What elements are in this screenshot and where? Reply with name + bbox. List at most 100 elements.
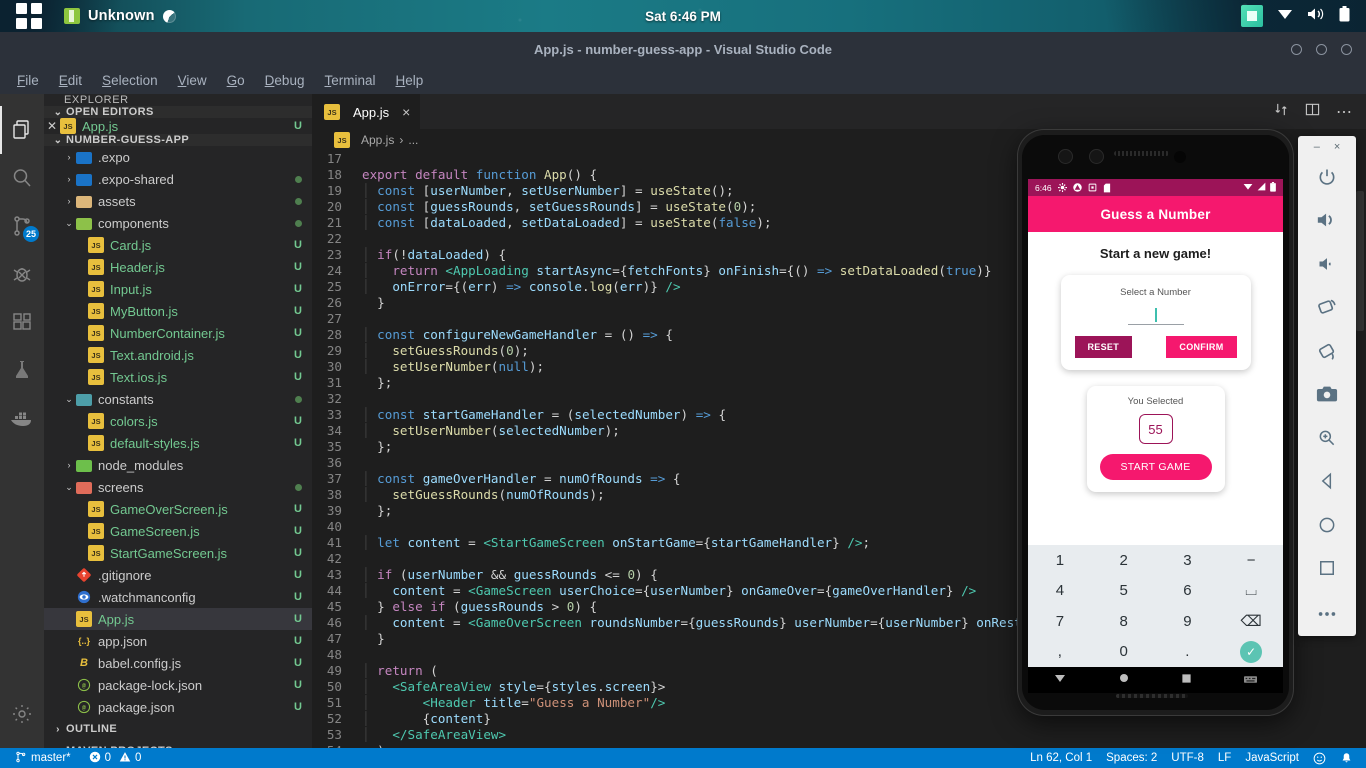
tree-file[interactable]: JS App.js U (44, 608, 312, 630)
menu-file[interactable]: File (8, 70, 48, 91)
tree-file[interactable]: JS default-styles.js U (44, 432, 312, 454)
tree-file[interactable]: Bbabel.config.js U (44, 652, 312, 674)
power-button[interactable] (1298, 158, 1356, 201)
key-⌫[interactable]: ⌫ (1241, 612, 1262, 630)
tree-file[interactable]: JS MyButton.js U (44, 300, 312, 322)
status-language-mode[interactable]: JavaScript (1238, 748, 1306, 768)
key-.[interactable]: . (1185, 643, 1189, 660)
tree-file[interactable]: {..} app.json U (44, 630, 312, 652)
status-cursor-position[interactable]: Ln 62, Col 1 (1023, 748, 1099, 768)
minimize-button[interactable] (1291, 43, 1302, 55)
chevron-down-icon[interactable]: ⌄ (62, 482, 76, 493)
key-1[interactable]: 1 (1056, 552, 1064, 569)
green-app-icon[interactable] (1241, 5, 1263, 27)
section-outline[interactable]: › OUTLINE (44, 718, 312, 740)
tree-file[interactable]: JS Text.android.js U (44, 344, 312, 366)
open-editor-item[interactable]: ✕ JS App.js U (44, 118, 312, 134)
recents-icon[interactable] (1181, 671, 1192, 689)
activity-search[interactable] (0, 154, 44, 202)
numeric-keyboard[interactable]: 1 2 3 − 4 5 6 ⌴ 7 8 9 ⌫, 0. ✓ (1028, 545, 1283, 667)
home-icon[interactable] (1118, 671, 1130, 689)
back-button[interactable] (1298, 462, 1356, 505)
status-problems[interactable]: 0 0 (82, 748, 149, 768)
chevron-right-icon[interactable]: › (62, 460, 76, 470)
tree-folder[interactable]: › .expo-shared (44, 168, 312, 190)
close-button[interactable] (1341, 43, 1352, 55)
tree-file[interactable]: @ package.json U (44, 696, 312, 718)
tree-file[interactable]: JS NumberContainer.js U (44, 322, 312, 344)
key-,[interactable]: , (1058, 643, 1062, 660)
battery-icon[interactable] (1339, 5, 1350, 27)
menu-debug[interactable]: Debug (256, 70, 314, 91)
status-encoding[interactable]: UTF-8 (1164, 748, 1211, 768)
menu-go[interactable]: Go (218, 70, 254, 91)
tree-file[interactable]: JS GameScreen.js U (44, 520, 312, 542)
back-icon[interactable] (1054, 671, 1066, 689)
more-actions-icon[interactable]: ⋯ (1336, 102, 1352, 122)
status-indentation[interactable]: Spaces: 2 (1099, 748, 1164, 768)
tab-app-js[interactable]: JS App.js × (312, 94, 421, 129)
section-project-root[interactable]: ⌄ NUMBER-GUESS-APP (44, 134, 312, 146)
chevron-right-icon[interactable]: › (62, 196, 76, 206)
volume-up-button[interactable] (1298, 201, 1356, 244)
tree-folder[interactable]: ⌄ constants (44, 388, 312, 410)
zoom-button[interactable] (1298, 419, 1356, 462)
reset-button[interactable]: RESET (1074, 336, 1133, 358)
tree-file[interactable]: JS GameOverScreen.js U (44, 498, 312, 520)
tree-file[interactable]: .watchmanconfig U (44, 586, 312, 608)
key-9[interactable]: 9 (1183, 613, 1191, 630)
key-6[interactable]: 6 (1183, 582, 1191, 599)
chevron-right-icon[interactable]: › (62, 152, 76, 162)
menu-terminal[interactable]: Terminal (315, 70, 384, 91)
more-button[interactable] (1298, 593, 1356, 636)
tree-file[interactable]: JS Text.ios.js U (44, 366, 312, 388)
volume-down-button[interactable] (1298, 245, 1356, 288)
phone-screen[interactable]: 6:46 Guess a Number Start a new game! Se… (1028, 179, 1283, 667)
key-2[interactable]: 2 (1119, 552, 1127, 569)
activity-debug[interactable] (0, 250, 44, 298)
tree-file[interactable]: JS colors.js U (44, 410, 312, 432)
tree-folder[interactable]: › node_modules (44, 454, 312, 476)
key-3[interactable]: 3 (1183, 552, 1191, 569)
section-open-editors[interactable]: ⌄ OPEN EDITORS (44, 106, 312, 118)
tree-file[interactable]: JS Input.js U (44, 278, 312, 300)
status-branch[interactable]: master* (8, 748, 78, 768)
tree-file[interactable]: .gitignore U (44, 564, 312, 586)
confirm-button[interactable]: CONFIRM (1166, 336, 1237, 358)
status-eol[interactable]: LF (1211, 748, 1238, 768)
tree-folder[interactable]: ⌄ components (44, 212, 312, 234)
key-4[interactable]: 4 (1056, 582, 1064, 599)
bell-icon[interactable] (1333, 748, 1360, 768)
minimap-thumb[interactable] (1356, 191, 1364, 331)
activity-testing[interactable] (0, 346, 44, 394)
tree-file[interactable]: JS Card.js U (44, 234, 312, 256)
keyboard-icon[interactable] (1244, 671, 1258, 689)
breadcrumb-file[interactable]: App.js (361, 133, 394, 147)
chevron-down-icon[interactable]: ⌄ (62, 218, 76, 229)
activity-extensions[interactable] (0, 298, 44, 346)
tree-file[interactable]: @ package-lock.json U (44, 674, 312, 696)
key-⌴[interactable]: ⌴ (1245, 582, 1257, 599)
volume-icon[interactable] (1307, 7, 1325, 26)
chevron-down-icon[interactable]: ⌄ (62, 394, 76, 405)
activity-explorer[interactable] (0, 106, 44, 154)
menu-view[interactable]: View (169, 70, 216, 91)
close-icon[interactable]: ✕ (44, 119, 60, 133)
tree-file[interactable]: JS Header.js U (44, 256, 312, 278)
smiley-icon[interactable] (1306, 748, 1333, 768)
start-game-button[interactable]: START GAME (1099, 454, 1212, 480)
menu-edit[interactable]: Edit (50, 70, 91, 91)
tab-close-icon[interactable]: × (402, 104, 410, 120)
breadcrumb-rest[interactable]: ... (408, 133, 418, 147)
tree-folder[interactable]: › .expo (44, 146, 312, 168)
split-editor-icon[interactable] (1305, 102, 1320, 122)
tree-folder[interactable]: ⌄ screens (44, 476, 312, 498)
activity-docker[interactable] (0, 394, 44, 442)
key-0[interactable]: 0 (1119, 643, 1127, 660)
activity-settings[interactable] (0, 690, 44, 738)
maximize-button[interactable] (1316, 43, 1327, 55)
key-−[interactable]: − (1247, 552, 1256, 569)
chevron-right-icon[interactable]: › (62, 174, 76, 184)
number-input[interactable] (1127, 305, 1184, 325)
split-sync-icon[interactable] (1274, 102, 1289, 122)
